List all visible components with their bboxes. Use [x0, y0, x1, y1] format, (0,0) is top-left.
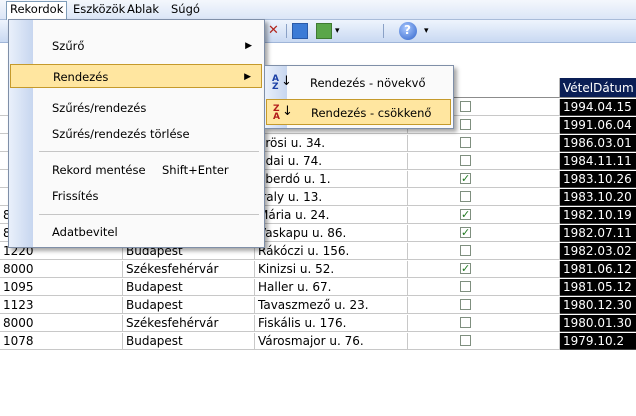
cell-card[interactable]	[408, 297, 560, 314]
column-header-date[interactable]: VételDátum	[560, 78, 636, 98]
menu-separator	[39, 151, 259, 152]
cell-purchase-date[interactable]: 1981.05.12	[560, 279, 636, 296]
cell-street[interactable]: iraly u. 13.	[255, 189, 408, 206]
cell-card[interactable]	[408, 261, 560, 278]
card-checkbox[interactable]	[460, 245, 471, 256]
records-menu: Szűrő ▶ Rendezés ▶ Szűrés/rendezés Szűré…	[8, 19, 265, 248]
cell-purchase-date[interactable]: 1983.10.20	[560, 189, 636, 206]
card-checkbox[interactable]	[460, 299, 471, 310]
card-checkbox[interactable]	[460, 101, 471, 112]
cell-card[interactable]	[408, 135, 560, 152]
cell-zip[interactable]: 1095	[0, 279, 123, 296]
cell-card[interactable]	[408, 207, 560, 224]
card-checkbox[interactable]	[460, 171, 471, 187]
menu-item-sort[interactable]: Rendezés ▶	[10, 64, 262, 88]
cell-city[interactable]: Székesfehérvár	[123, 315, 255, 332]
table-row[interactable]: 1095 Budapest Haller u. 67. 1981.05.12	[0, 279, 636, 297]
menu-separator	[39, 214, 259, 215]
card-checkbox[interactable]	[460, 335, 471, 346]
card-checkbox[interactable]	[460, 207, 471, 223]
cell-street[interactable]: oberdó u. 1.	[255, 171, 408, 188]
database-window-icon[interactable]	[292, 23, 308, 39]
sort-descending-icon: Z A ↓	[273, 104, 293, 122]
menu-ablak[interactable]: Ablak	[124, 2, 162, 17]
cell-zip[interactable]: 8000	[0, 261, 123, 278]
cell-purchase-date[interactable]: 1994.04.15	[560, 99, 636, 116]
cell-street[interactable]: őrösi u. 34.	[255, 135, 408, 152]
cell-card[interactable]	[408, 225, 560, 242]
cell-card[interactable]	[408, 189, 560, 206]
cell-street[interactable]: Fiskális u. 176.	[255, 315, 408, 332]
card-checkbox[interactable]	[460, 191, 471, 202]
cell-city[interactable]: Budapest	[123, 333, 255, 350]
cell-city[interactable]: Budapest	[123, 297, 255, 314]
toolbar-separator	[383, 24, 384, 38]
card-checkbox[interactable]	[460, 261, 471, 277]
table-row[interactable]: 8000SzékesfehérvárKinizsi u. 52. 1981.06.…	[0, 261, 636, 279]
cell-zip[interactable]: 8000	[0, 315, 123, 332]
cell-street[interactable]: Haller u. 67.	[255, 279, 408, 296]
card-checkbox[interactable]	[460, 281, 471, 292]
menu-item-sort-descending[interactable]: Z A ↓ Rendezés - csökkenő	[266, 99, 451, 125]
menu-item-filter-sort[interactable]: Szűrés/rendezés	[10, 96, 262, 120]
menu-bar: Rekordok Eszközök Ablak Súgó	[0, 0, 636, 20]
cell-zip[interactable]: 1078	[0, 333, 123, 350]
table-row[interactable]: 1123 Budapest Tavaszmező u. 23. 1980.12.30	[0, 297, 636, 315]
menu-item-sort-ascending[interactable]: A Z ↓ Rendezés - növekvő	[266, 70, 451, 96]
cell-city[interactable]: Székesfehérvár	[123, 261, 255, 278]
cell-street[interactable]: Kinizsi u. 52.	[255, 261, 408, 278]
card-checkbox[interactable]	[460, 137, 471, 148]
menu-item-save-record[interactable]: Rekord mentése Shift+Enter	[10, 158, 262, 182]
sort-submenu: A Z ↓ Rendezés - növekvő Z A ↓ Rendezés - cs…	[264, 65, 454, 129]
cell-purchase-date[interactable]: 1981.06.12	[560, 261, 636, 278]
cell-purchase-date[interactable]: 1986.03.01	[560, 135, 636, 152]
delete-icon[interactable]: ✕	[268, 23, 284, 39]
cell-street[interactable]: Rákóczi u. 156.	[255, 243, 408, 260]
cell-card[interactable]	[408, 333, 560, 350]
cell-purchase-date[interactable]: 1982.03.02	[560, 243, 636, 260]
cell-purchase-date[interactable]: 1991.06.04	[560, 117, 636, 134]
cell-zip[interactable]: 1123	[0, 297, 123, 314]
table-row[interactable]: 1078 Budapest Városmajor u. 76. 1979.10.2	[0, 333, 636, 351]
submenu-arrow-icon: ▶	[245, 41, 252, 51]
cell-card[interactable]	[408, 243, 560, 260]
cell-street[interactable]: Mária u. 24.	[255, 207, 408, 224]
cell-purchase-date[interactable]: 1982.07.11	[560, 225, 636, 242]
cell-street[interactable]: Tavaszmező u. 23.	[255, 297, 408, 314]
menu-item-clear-filter-sort[interactable]: Szűrés/rendezés törlése	[10, 122, 262, 146]
new-object-icon[interactable]	[316, 23, 332, 39]
menu-rekordok[interactable]: Rekordok	[6, 1, 68, 20]
menu-sugo[interactable]: Súgó	[168, 2, 203, 17]
cell-card[interactable]	[408, 279, 560, 296]
cell-street[interactable]: Vaskapu u. 86.	[255, 225, 408, 242]
toolbar-options-icon[interactable]: ▾	[424, 23, 440, 39]
cell-purchase-date[interactable]: 1980.12.30	[560, 297, 636, 314]
cell-purchase-date[interactable]: 1984.11.11	[560, 153, 636, 170]
cell-purchase-date[interactable]: 1979.10.2	[560, 333, 636, 350]
card-checkbox[interactable]	[460, 119, 471, 130]
cell-city[interactable]: Budapest	[123, 279, 255, 296]
help-icon[interactable]	[399, 22, 417, 40]
chevron-down-icon[interactable]: ▾	[335, 23, 351, 39]
menu-item-data-entry[interactable]: Adatbevitel	[10, 220, 262, 244]
menu-item-filter[interactable]: Szűrő ▶	[10, 34, 262, 58]
shortcut-label: Shift+Enter	[162, 163, 229, 177]
cell-street[interactable]: Városmajor u. 76.	[255, 333, 408, 350]
cell-purchase-date[interactable]: 1980.01.30	[560, 315, 636, 332]
toolbar-separator	[286, 24, 287, 38]
cell-card[interactable]	[408, 315, 560, 332]
cell-purchase-date[interactable]: 1982.10.19	[560, 207, 636, 224]
card-checkbox[interactable]	[460, 317, 471, 328]
menu-eszkozok[interactable]: Eszközök	[70, 2, 128, 17]
cell-card[interactable]	[408, 171, 560, 188]
sort-ascending-icon: A Z ↓	[272, 74, 292, 92]
cell-purchase-date[interactable]: 1983.10.26	[560, 171, 636, 188]
cell-card[interactable]	[408, 153, 560, 170]
card-checkbox[interactable]	[460, 225, 471, 241]
card-checkbox[interactable]	[460, 155, 471, 166]
cell-street[interactable]: udai u. 74.	[255, 153, 408, 170]
menu-item-refresh[interactable]: Frissítés	[10, 184, 262, 208]
submenu-arrow-icon: ▶	[244, 72, 251, 82]
table-row[interactable]: 8000 Székesfehérvár Fiskális u. 176. 1980.0…	[0, 315, 636, 333]
